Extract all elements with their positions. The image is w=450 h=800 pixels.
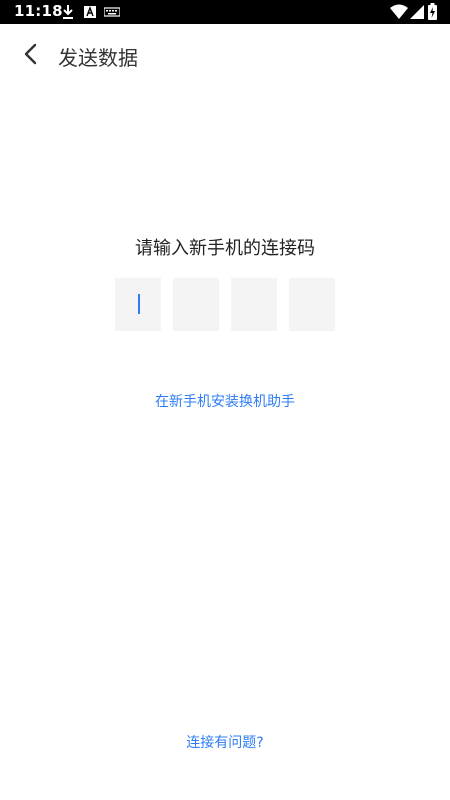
code-box-1[interactable] bbox=[115, 278, 161, 331]
code-box-3[interactable] bbox=[231, 278, 277, 331]
status-bar: 11:18 bbox=[0, 0, 450, 24]
install-on-new-phone-link[interactable]: 在新手机安装换机助手 bbox=[0, 391, 450, 411]
battery-charging-icon bbox=[428, 3, 437, 24]
wifi-icon bbox=[390, 4, 408, 24]
status-time: 11:18 bbox=[14, 2, 63, 20]
text-cursor bbox=[138, 294, 140, 314]
keyboard-icon bbox=[103, 4, 121, 23]
connection-code-prompt: 请输入新手机的连接码 bbox=[135, 238, 315, 259]
connection-help-link[interactable]: 连接有问题? bbox=[0, 732, 450, 752]
app-bar: 发送数据 bbox=[0, 24, 450, 88]
download-icon bbox=[61, 4, 75, 24]
connection-code-input[interactable] bbox=[115, 278, 335, 331]
font-icon bbox=[84, 4, 96, 23]
code-box-4[interactable] bbox=[289, 278, 335, 331]
chevron-left-icon bbox=[23, 43, 37, 69]
page-title: 发送数据 bbox=[58, 46, 138, 70]
back-button[interactable] bbox=[10, 38, 50, 74]
signal-icon bbox=[410, 4, 424, 24]
code-box-2[interactable] bbox=[173, 278, 219, 331]
